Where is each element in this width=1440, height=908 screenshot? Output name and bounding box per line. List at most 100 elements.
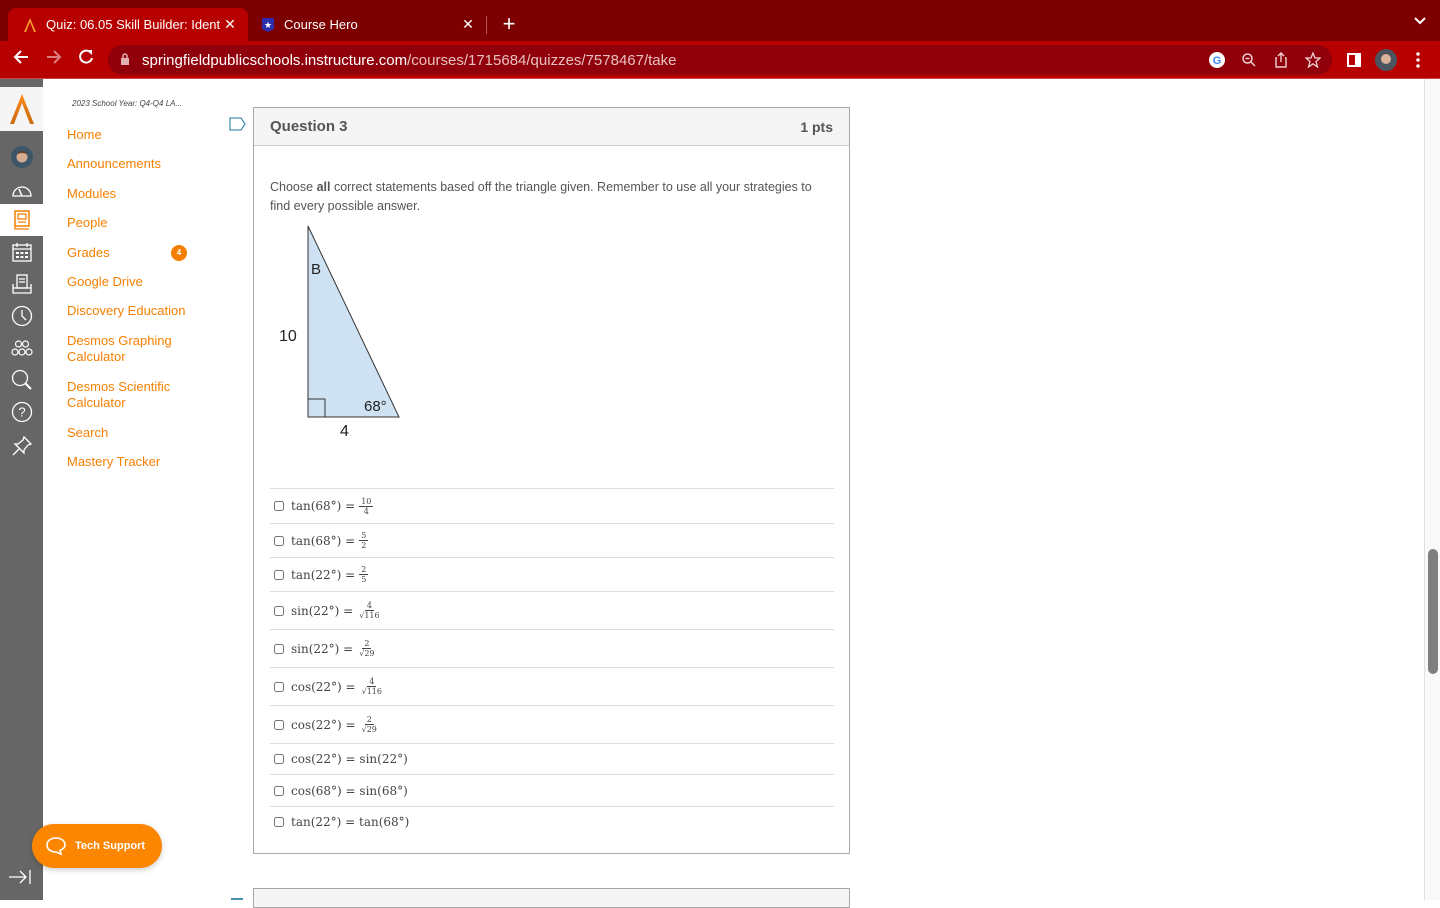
answer-checkbox[interactable] — [274, 785, 284, 796]
courses-icon[interactable] — [0, 204, 43, 236]
question-text-part: correct statements based off the triangl… — [270, 180, 812, 213]
triangle-figure: B 10 68° 4 — [279, 225, 400, 440]
answer-checkbox[interactable] — [274, 719, 284, 730]
pin-icon[interactable] — [0, 430, 43, 462]
answer-option[interactable]: tan(68°) = 10 4 — [270, 488, 834, 523]
tech-support-button[interactable]: Tech Support — [32, 824, 162, 868]
question-text: Choose all correct statements based off … — [270, 178, 830, 216]
google-lens-icon[interactable]: G — [1206, 48, 1228, 72]
svg-text:?: ? — [18, 405, 25, 420]
url-host: springfieldpublicschools.instructure.com — [142, 51, 408, 69]
fraction-denominator: 2 — [361, 541, 367, 550]
flag-question-icon[interactable] — [229, 117, 247, 136]
fraction-denominator: 4 — [363, 506, 369, 516]
question-card: Question 3 1 pts Choose all correct stat… — [253, 107, 850, 854]
answer-fraction: 4 √116 — [360, 677, 384, 696]
course-nav-google-drive[interactable]: Google Drive — [67, 274, 143, 290]
side-label-horizontal: 4 — [340, 423, 349, 440]
answer-fraction: 52 — [359, 531, 369, 550]
course-nav-desmos-graphing[interactable]: Desmos Graphing Calculator — [67, 333, 187, 365]
bookmark-star-icon[interactable] — [1302, 48, 1324, 72]
answer-list: tan(68°) = 10 4 tan(68°) = 5 2 tan(22°) = 2 5 sin… — [270, 488, 834, 837]
inbox-icon[interactable] — [0, 268, 43, 300]
help-icon[interactable]: ? — [0, 396, 43, 428]
history-icon[interactable] — [0, 300, 43, 332]
answer-option[interactable]: tan(22°) = tan(68°) — [270, 806, 834, 837]
fraction-numerator: 2 — [364, 715, 374, 725]
page-scrollbar[interactable] — [1424, 79, 1440, 900]
tab-course-hero[interactable]: ★ Course Hero ✕ — [250, 8, 486, 41]
course-nav-modules[interactable]: Modules — [67, 186, 116, 202]
scrollbar-thumb[interactable] — [1428, 549, 1438, 674]
forward-arrow-icon[interactable] — [41, 47, 67, 73]
calendar-icon[interactable] — [0, 236, 43, 268]
tab-close-icon[interactable]: ✕ — [458, 16, 478, 33]
answer-option[interactable]: cos(22°) = 2 √29 — [270, 705, 834, 743]
fraction-numerator: 4 — [367, 677, 377, 687]
url-text: springfieldpublicschools.instructure.com… — [142, 52, 677, 69]
course-nav-announcements[interactable]: Announcements — [67, 156, 161, 172]
course-nav-home[interactable]: Home — [67, 127, 102, 143]
answer-checkbox[interactable] — [274, 681, 284, 692]
reload-icon[interactable] — [73, 47, 99, 73]
profile-avatar[interactable] — [1373, 46, 1399, 74]
collapse-nav-icon[interactable] — [8, 869, 32, 890]
question-title: Question 3 — [270, 118, 348, 135]
answer-option[interactable]: cos(22°) = sin(22°) — [270, 743, 834, 774]
course-nav-mastery-tracker[interactable]: Mastery Tracker — [67, 454, 160, 470]
chat-bubble-icon — [45, 836, 67, 856]
answer-option[interactable]: tan(68°) = 5 2 — [270, 523, 834, 557]
tab-close-icon[interactable]: ✕ — [220, 16, 240, 33]
answer-expression: tan(22°) = — [291, 567, 356, 582]
answer-checkbox[interactable] — [274, 817, 284, 827]
tab-title: Quiz: 06.05 Skill Builder: Identi — [46, 17, 220, 32]
tab-search-chevron-icon[interactable] — [1414, 14, 1426, 28]
new-tab-button[interactable]: + — [498, 12, 520, 36]
question-header: Question 3 1 pts — [254, 108, 849, 146]
search-icon[interactable] — [0, 364, 43, 396]
answer-checkbox[interactable] — [274, 501, 284, 511]
fraction-denominator: 5 — [361, 575, 367, 584]
course-nav-people[interactable]: People — [67, 215, 107, 231]
fraction-denominator: √29 — [361, 725, 377, 734]
triangle-shape — [307, 225, 400, 418]
browser-toolbar: springfieldpublicschools.instructure.com… — [0, 41, 1440, 79]
account-avatar-icon[interactable] — [0, 141, 43, 173]
answer-checkbox[interactable] — [274, 535, 284, 546]
answer-expression: tan(22°) = tan(68°) — [291, 815, 410, 829]
course-nav-grades[interactable]: Grades — [67, 245, 110, 261]
course-hero-star-icon: ★ — [260, 17, 276, 33]
answer-fraction: 10 4 — [359, 497, 374, 516]
back-arrow-icon[interactable] — [8, 47, 34, 73]
answer-option[interactable]: cos(22°) = 4 √116 — [270, 667, 834, 705]
answer-option[interactable]: sin(22°) = 4 √116 — [270, 591, 834, 629]
fraction-denominator: √29 — [359, 649, 375, 658]
answer-checkbox[interactable] — [274, 643, 284, 654]
canvas-logo-icon[interactable] — [0, 87, 43, 131]
breadcrumb[interactable]: 2023 School Year: Q4-Q4 LA... — [72, 99, 182, 108]
browser-menu-icon[interactable] — [1405, 46, 1431, 74]
answer-checkbox[interactable] — [274, 754, 284, 764]
answer-expression: tan(68°) = — [291, 499, 356, 513]
course-nav-desmos-scientific[interactable]: Desmos Scientific Calculator — [67, 379, 182, 411]
answer-option[interactable]: cos(68°) = sin(68°) — [270, 774, 834, 806]
course-nav-search[interactable]: Search — [67, 425, 108, 441]
answer-fraction: 2 √29 — [360, 715, 379, 734]
answer-checkbox[interactable] — [274, 569, 284, 580]
answer-fraction: 25 — [359, 565, 369, 584]
lock-icon — [120, 52, 134, 68]
side-panel-icon[interactable] — [1341, 46, 1367, 74]
answer-fraction: 2 √29 — [357, 639, 376, 658]
answer-option[interactable]: tan(22°) = 2 5 — [270, 557, 834, 591]
commons-icon[interactable] — [0, 332, 43, 364]
canvas-logo-icon — [22, 17, 38, 33]
answer-option[interactable]: sin(22°) = 2 √29 — [270, 629, 834, 667]
fraction-denominator: √116 — [361, 687, 382, 696]
dashboard-icon[interactable] — [0, 174, 43, 206]
tab-quiz[interactable]: Quiz: 06.05 Skill Builder: Identi ✕ — [8, 8, 248, 41]
address-bar[interactable]: springfieldpublicschools.instructure.com… — [108, 45, 1332, 75]
answer-checkbox[interactable] — [274, 605, 284, 616]
course-nav-discovery-education[interactable]: Discovery Education — [67, 303, 186, 319]
zoom-out-icon[interactable] — [1238, 48, 1260, 72]
share-icon[interactable] — [1270, 48, 1292, 72]
